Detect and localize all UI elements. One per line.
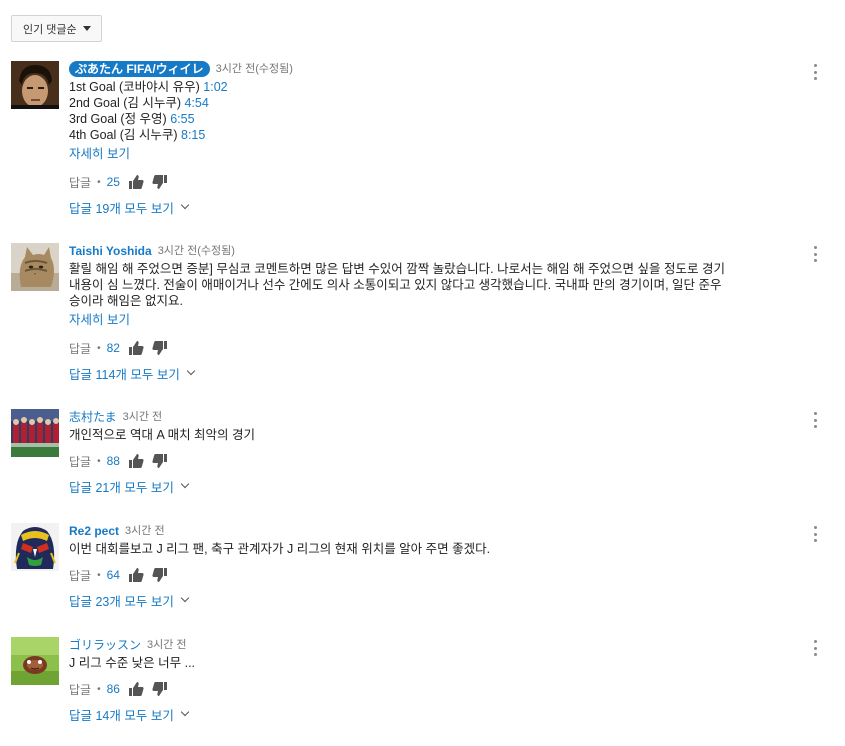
avatar[interactable] <box>11 409 59 457</box>
comment-time[interactable]: 3시간 전 <box>147 637 187 653</box>
comment-text: 활릴 해임 해 주었으면 증분] 무심코 코멘트하면 많은 답변 수있어 깜짝 … <box>69 262 725 308</box>
thumbs-up-icon[interactable] <box>128 340 144 356</box>
comment-time[interactable]: 3시간 전 <box>125 523 165 539</box>
sort-comments-button[interactable]: 인기 댓글순 <box>11 15 102 42</box>
timestamp-link[interactable]: 6:55 <box>170 112 194 126</box>
comment-text: 이번 대회를보고 J 리그 팬, 축구 관계자가 J 리그의 현재 위치를 알아… <box>69 542 491 556</box>
thumbs-up-icon[interactable] <box>128 174 144 190</box>
chevron-down-icon <box>186 366 196 376</box>
more-vert-icon[interactable] <box>812 246 818 262</box>
reply-button[interactable]: 답글 <box>69 340 91 357</box>
comment-time[interactable]: 3시간 전(수정됨) <box>216 61 293 77</box>
thumbs-down-icon[interactable] <box>152 681 168 697</box>
chevron-down-icon <box>180 707 190 717</box>
like-count: 25 <box>106 175 120 189</box>
caret-down-icon <box>82 26 91 31</box>
view-replies-button[interactable]: 답글 21개 모두 보기 <box>69 478 809 495</box>
view-replies-button[interactable]: 답글 14개 모두 보기 <box>69 706 809 723</box>
view-replies-button[interactable]: 답글 19개 모두 보기 <box>69 199 809 216</box>
comment-author[interactable]: Taishi Yoshida <box>69 243 152 259</box>
reply-button[interactable]: 답글 <box>69 453 91 470</box>
timestamp-link[interactable]: 8:15 <box>181 128 205 142</box>
comment-text: 1st Goal (코바야시 유우) 1:02 2nd Goal (김 시누쿠)… <box>69 80 228 142</box>
thumbs-down-icon[interactable] <box>152 340 168 356</box>
avatar[interactable] <box>11 61 59 109</box>
reply-button[interactable]: 답글 <box>69 174 91 191</box>
like-count: 64 <box>106 568 120 582</box>
comment-text: J 리그 수준 낮은 너무 ... <box>69 656 196 670</box>
comment-author[interactable]: ゴリラッスン <box>69 637 141 653</box>
timestamp-link[interactable]: 1:02 <box>203 80 227 94</box>
read-more-link[interactable]: 자세히 보기 <box>69 312 809 328</box>
more-vert-icon[interactable] <box>812 526 818 542</box>
more-vert-icon[interactable] <box>812 640 818 656</box>
thumbs-up-icon[interactable] <box>128 453 144 469</box>
thumbs-down-icon[interactable] <box>152 174 168 190</box>
like-count: 88 <box>106 454 120 468</box>
chevron-down-icon <box>180 479 190 489</box>
comment-time[interactable]: 3시간 전(수정됨) <box>158 243 235 259</box>
more-vert-icon[interactable] <box>812 412 818 428</box>
like-count: 82 <box>106 341 120 355</box>
read-more-link[interactable]: 자세히 보기 <box>69 146 809 162</box>
timestamp-link[interactable]: 4:54 <box>184 96 208 110</box>
comment-time[interactable]: 3시간 전 <box>123 409 163 425</box>
comment-author[interactable]: 志村たま <box>69 409 117 425</box>
chevron-down-icon <box>180 200 190 210</box>
avatar[interactable] <box>11 637 59 685</box>
chevron-down-icon <box>180 593 190 603</box>
more-vert-icon[interactable] <box>812 64 818 80</box>
thumbs-up-icon[interactable] <box>128 567 144 583</box>
reply-button[interactable]: 답글 <box>69 681 91 698</box>
thumbs-down-icon[interactable] <box>152 453 168 469</box>
avatar[interactable] <box>11 243 59 291</box>
thumbs-down-icon[interactable] <box>152 567 168 583</box>
comment-author[interactable]: ぷあたん FIFA/ウィイレ <box>69 61 210 77</box>
sort-label: 인기 댓글순 <box>23 23 77 36</box>
view-replies-button[interactable]: 답글 23개 모두 보기 <box>69 592 809 609</box>
avatar[interactable] <box>11 523 59 571</box>
thumbs-up-icon[interactable] <box>128 681 144 697</box>
view-replies-button[interactable]: 답글 114개 모두 보기 <box>69 365 809 382</box>
reply-button[interactable]: 답글 <box>69 567 91 584</box>
comment-text: 개인적으로 역대 A 매치 최악의 경기 <box>69 428 256 442</box>
comment-author[interactable]: Re2 pect <box>69 523 119 539</box>
like-count: 86 <box>106 682 120 696</box>
